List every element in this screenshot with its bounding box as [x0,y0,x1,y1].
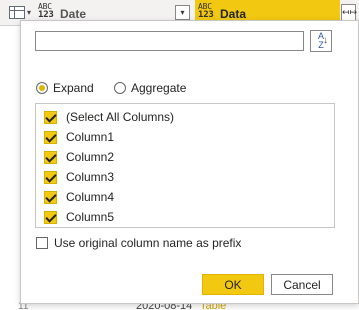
column-checkbox[interactable] [44,131,57,144]
column-checkbox[interactable] [44,171,57,184]
table-menu-dropdown-icon[interactable]: ▾ [27,8,31,17]
column-label[interactable]: Column4 [66,190,114,204]
column-checkbox[interactable] [44,151,57,164]
select-all-checkbox[interactable] [44,111,57,124]
prefix-label[interactable]: Use original column name as prefix [54,236,241,250]
column-checkbox-list: (Select All Columns) Column1 Column2 Col… [35,103,335,228]
column-label[interactable]: Column2 [66,150,114,164]
expand-column-icon[interactable]: ↤↦ [341,4,357,21]
aggregate-radio[interactable] [114,82,126,94]
date-column-filter-dropdown[interactable]: ▾ [175,5,190,20]
column-checkbox[interactable] [44,191,57,204]
date-column-type-number: 123 [38,10,54,20]
expand-radio-label[interactable]: Expand [53,81,94,95]
column-label[interactable]: Column5 [66,210,114,224]
ok-button[interactable]: OK [202,274,264,295]
date-column-header[interactable]: Date [60,7,86,21]
table-icon[interactable] [9,6,25,19]
sort-ascending-button[interactable]: A Z ↓ [310,30,332,52]
column-label[interactable]: Column3 [66,170,114,184]
data-column-header[interactable]: Data [220,7,246,21]
cancel-button[interactable]: Cancel [271,274,333,295]
expand-radio[interactable] [36,82,48,94]
prefix-checkbox[interactable] [36,237,48,249]
column-search-input[interactable] [35,31,304,51]
select-all-label[interactable]: (Select All Columns) [66,110,174,124]
column-checkbox[interactable] [44,211,57,224]
date-column-type-icon[interactable]: ABC 123 [38,3,54,20]
column-label[interactable]: Column1 [66,130,114,144]
data-column-type-icon[interactable]: ABC 123 [198,3,214,20]
sort-arrow-icon: ↓ [323,35,328,46]
expand-columns-popup: A Z ↓ Expand Aggregate (Select All Colum… [20,20,359,304]
aggregate-radio-label[interactable]: Aggregate [131,81,186,95]
data-column-type-number: 123 [198,10,214,20]
